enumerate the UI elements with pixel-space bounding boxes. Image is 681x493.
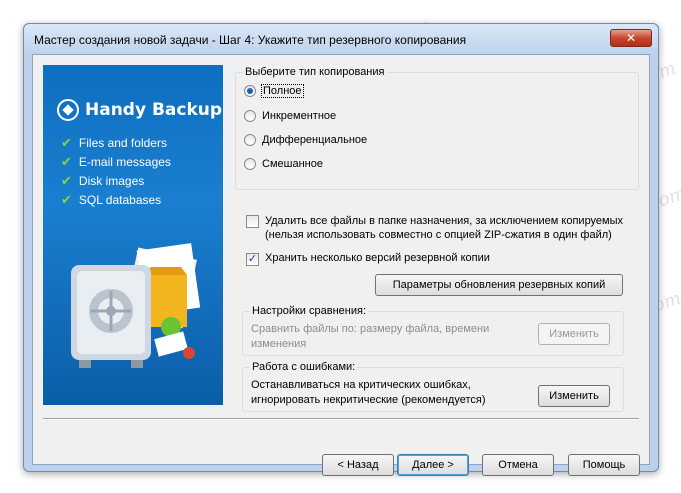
- error-handling-text: Останавливаться на критических ошибках, …: [251, 379, 486, 406]
- close-icon: ✕: [625, 31, 637, 45]
- keep-versions-checkbox[interactable]: ✓: [246, 253, 259, 266]
- wizard-content: Handy Backup ✔ Files and folders ✔ E-mail …: [32, 54, 650, 476]
- radio-full-indicator[interactable]: [244, 85, 256, 97]
- feature-item: ✔ Disk images: [61, 172, 145, 188]
- copy-type-legend: Выберите тип копирования: [243, 66, 387, 78]
- compare-settings-text: Сравнить файлы по: размеру файла, времен…: [251, 323, 490, 350]
- update-params-button[interactable]: Параметры обновления резервных копий: [375, 274, 623, 296]
- copy-type-group: Выберите тип копирования Полное Инкремен…: [235, 66, 639, 190]
- safe-illustration-icon: [71, 243, 201, 368]
- delete-files-checkbox-row[interactable]: Удалить все файлы в папке назначения, за…: [246, 214, 636, 242]
- back-button[interactable]: < Назад: [322, 454, 394, 476]
- check-icon: ✔: [61, 153, 72, 169]
- keep-versions-checkbox-row[interactable]: ✓ Хранить несколько версий резервной коп…: [246, 252, 490, 266]
- feature-item: ✔ E-mail messages: [61, 153, 171, 169]
- error-handling-legend: Работа с ошибками:: [250, 361, 358, 373]
- delete-files-label: Удалить все файлы в папке назначения, за…: [265, 215, 624, 241]
- checkbox-check-icon: ✓: [247, 253, 258, 265]
- radio-mixed[interactable]: Смешанное: [244, 158, 323, 170]
- check-icon: ✔: [61, 172, 72, 188]
- feature-item: ✔ Files and folders: [61, 134, 167, 150]
- radio-mixed-label: Смешанное: [262, 158, 323, 170]
- close-button[interactable]: ✕: [610, 29, 652, 47]
- title-bar[interactable]: Мастер создания новой задачи - Шаг 4: Ук…: [24, 24, 658, 54]
- product-banner: Handy Backup ✔ Files and folders ✔ E-mail …: [43, 65, 223, 405]
- handy-backup-logo-icon: [57, 99, 79, 121]
- radio-full[interactable]: Полное: [244, 84, 304, 98]
- errors-change-button[interactable]: Изменить: [538, 385, 610, 407]
- brand-name: Handy Backup: [85, 100, 223, 120]
- compare-change-button[interactable]: Изменить: [538, 323, 610, 345]
- feature-item: ✔ SQL databases: [61, 191, 162, 207]
- compare-settings-legend: Настройки сравнения:: [250, 305, 368, 317]
- radio-incremental-indicator[interactable]: [244, 110, 256, 122]
- footer-separator: [43, 418, 639, 420]
- radio-differential-indicator[interactable]: [244, 134, 256, 146]
- radio-differential-label: Дифференциальное: [262, 134, 368, 146]
- cancel-button[interactable]: Отмена: [482, 454, 554, 476]
- window-title: Мастер создания новой задачи - Шаг 4: Ук…: [34, 33, 467, 47]
- radio-incremental-label: Инкрементное: [262, 110, 337, 122]
- help-button[interactable]: Помощь: [568, 454, 640, 476]
- brand: Handy Backup: [57, 99, 222, 121]
- delete-files-checkbox[interactable]: [246, 215, 259, 228]
- radio-full-label: Полное: [261, 84, 304, 98]
- radio-incremental[interactable]: Инкрементное: [244, 110, 336, 122]
- next-button[interactable]: Далее >: [397, 454, 469, 476]
- radio-differential[interactable]: Дифференциальное: [244, 134, 367, 146]
- keep-versions-label: Хранить несколько версий резервной копии: [265, 252, 490, 264]
- feature-list: ✔ Files and folders ✔ E-mail messages ✔ Dis…: [61, 133, 171, 209]
- check-icon: ✔: [61, 191, 72, 207]
- wizard-window: Мастер создания новой задачи - Шаг 4: Ук…: [23, 23, 659, 476]
- radio-mixed-indicator[interactable]: [244, 158, 256, 170]
- check-icon: ✔: [61, 134, 72, 150]
